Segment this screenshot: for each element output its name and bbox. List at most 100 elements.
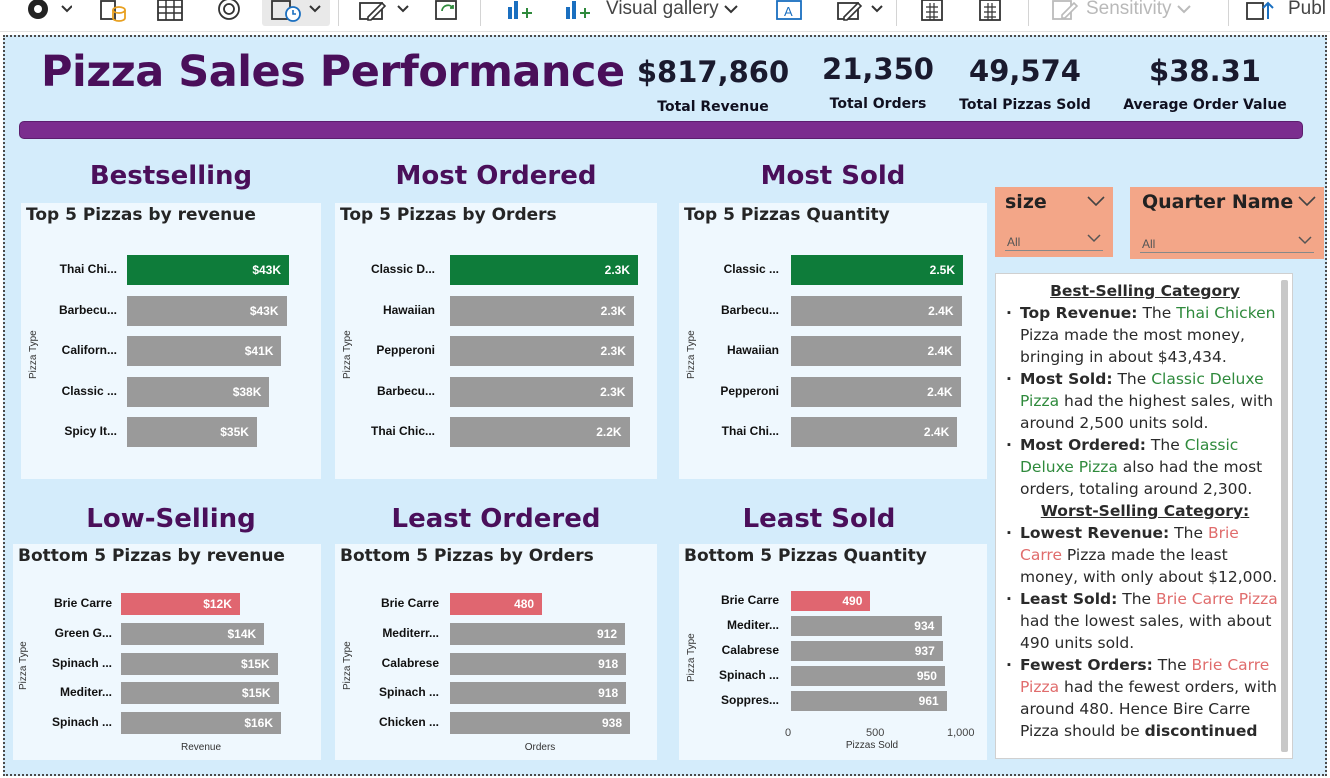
bar-value-label: 937 [914,644,935,658]
insight-text: had the lowest sales, with about 490 uni… [1020,612,1272,652]
chart-title: Bottom 5 Pizzas by Orders [340,546,594,566]
refresh-recent-icon[interactable] [214,0,244,26]
bar[interactable]: 2.3K [450,255,638,285]
category-label: Classic ... [723,262,779,276]
bar[interactable]: $43K [127,295,287,326]
schedule-icon[interactable] [262,0,330,26]
bar[interactable]: $15K [121,652,278,675]
category-label: Thai Chic... [370,424,435,438]
table-icon[interactable] [156,0,184,26]
best-selling-heading: Best-Selling Category [1050,282,1240,300]
bar-value-label: 2.3K [600,384,626,399]
bar[interactable]: $12K [121,593,240,615]
insight-lowest-revenue: Lowest Revenue: The Brie Carre Pizza mad… [1006,522,1284,588]
sensitivity-label: Sensitivity [1086,0,1172,19]
insight-least-sold: Least Sold: The Brie Carre Pizza had the… [1006,588,1284,654]
insights-text-box[interactable]: Best-Selling Category Top Revenue: The T… [995,273,1293,759]
bar[interactable]: 950 [791,666,945,686]
bar[interactable]: 2.4K [791,376,961,407]
bar-value-label: $41K [244,344,274,358]
format-icon[interactable] [834,0,890,26]
quarter-name-slicer[interactable]: Quarter Name All [1130,187,1324,259]
bar[interactable]: 937 [791,641,943,661]
category-label: Barbecu... [720,302,779,317]
bar[interactable]: 2.4K [791,295,962,326]
chevron-down-icon[interactable] [1087,196,1105,206]
paint-icon[interactable] [24,0,72,26]
bar[interactable]: 2.3K [450,295,635,326]
publish-button[interactable]: Publ [1244,0,1326,26]
insight-label: Least Sold: [1020,590,1118,608]
category-label: Spicy It... [64,424,117,438]
bar[interactable]: $43K [127,255,289,285]
bar[interactable]: $35K [127,417,257,447]
quick-measure-icon[interactable] [976,0,1004,26]
slicer-value: All [1142,237,1156,251]
insight-highlight: Thai Chicken [1176,304,1276,322]
bar-value-label: $15K [241,656,270,671]
bar[interactable]: 2.3K [450,376,634,407]
bar-value-label: $14K [227,626,257,641]
sensitivity-icon [1052,0,1079,20]
bar[interactable]: 2.3K [450,336,634,366]
category-label: Thai Chi... [721,424,779,438]
new-measure-icon[interactable] [918,0,946,26]
bar-value-label: 938 [601,716,622,731]
bar[interactable]: 480 [450,593,543,615]
bar-value-label: 934 [914,619,935,633]
bar[interactable]: $41K [127,336,282,366]
bar[interactable]: 2.4K [791,417,958,447]
bar[interactable]: 2.5K [791,255,963,285]
insight-text: The [1174,524,1208,542]
more-visuals-icon[interactable] [562,0,592,26]
category-label: Pepperoni [720,383,779,398]
new-visual-icon[interactable] [504,0,534,26]
scrollbar[interactable] [1281,280,1288,752]
bar-value-label: 918 [598,686,619,701]
chevron-down-icon [1298,236,1312,245]
text-box-icon[interactable]: A [774,0,804,26]
bar[interactable]: 2.2K [450,417,630,447]
bar[interactable]: $14K [121,622,265,645]
bar[interactable]: $15K [121,682,279,705]
x-axis-label: Revenue [180,742,222,753]
refresh-icon[interactable] [432,0,462,26]
bar[interactable]: 918 [450,652,627,675]
chart-top-revenue[interactable]: Top 5 Pizzas by revenuePizza TypeRevenue… [21,203,321,479]
x-tick-label: 1,000 [947,727,975,739]
bar[interactable]: 938 [450,712,630,735]
accent-divider [19,121,1303,139]
bar[interactable]: $16K [121,712,281,735]
bar-value-label: 912 [596,626,617,641]
bar[interactable]: 490 [791,591,871,611]
sensitivity-button[interactable]: Sensitivity [1050,0,1191,26]
chart-bottom-revenue[interactable]: Bottom 5 Pizzas by revenue Pizza Type Reve… [13,544,321,760]
chart-top-orders[interactable]: Top 5 Pizzas by OrdersPizza TypeOrdersCl… [335,203,657,479]
quarter-slicer-dropdown[interactable]: All [1140,231,1314,253]
kpi-total-pizzas-label: Total Pizzas Sold [959,97,1091,113]
chart-bottom-quantity[interactable]: Bottom 5 Pizzas Quantity Pizza Type Pizzas… [679,544,987,760]
visual-gallery-button[interactable]: Visual gallery [606,0,738,26]
bar-value-label: 480 [514,597,535,611]
bar-value-label: 2.3K [600,344,626,358]
bar[interactable]: 912 [450,622,625,645]
category-label: Spinach ... [51,715,112,730]
bar[interactable]: 918 [450,682,627,705]
chart-top-quantity[interactable]: Top 5 Pizzas QuantityPizza TypePizzas So… [679,203,987,479]
size-slicer[interactable]: size All [995,187,1113,257]
category-label: Chicken ... [378,715,439,730]
chart-bottom-orders[interactable]: Bottom 5 Pizzas by Orders Pizza Type Order… [335,544,657,760]
size-slicer-dropdown[interactable]: All [1005,229,1103,251]
edit-queries-icon[interactable] [356,0,414,26]
insight-emphasis: discontinued [1144,722,1258,740]
bar-value-label: $43K [249,303,279,318]
kpi-total-revenue-value: $817,860 [636,55,790,89]
bar-value-label: $38K [232,384,262,399]
bar[interactable]: 2.4K [791,336,961,366]
bar[interactable]: $38K [127,376,270,407]
bar[interactable]: 934 [791,616,943,636]
data-source-icon[interactable] [98,0,128,26]
chevron-down-icon[interactable] [1298,196,1316,206]
bar[interactable]: 961 [791,691,947,711]
chart-title: Bottom 5 Pizzas Quantity [684,546,927,566]
